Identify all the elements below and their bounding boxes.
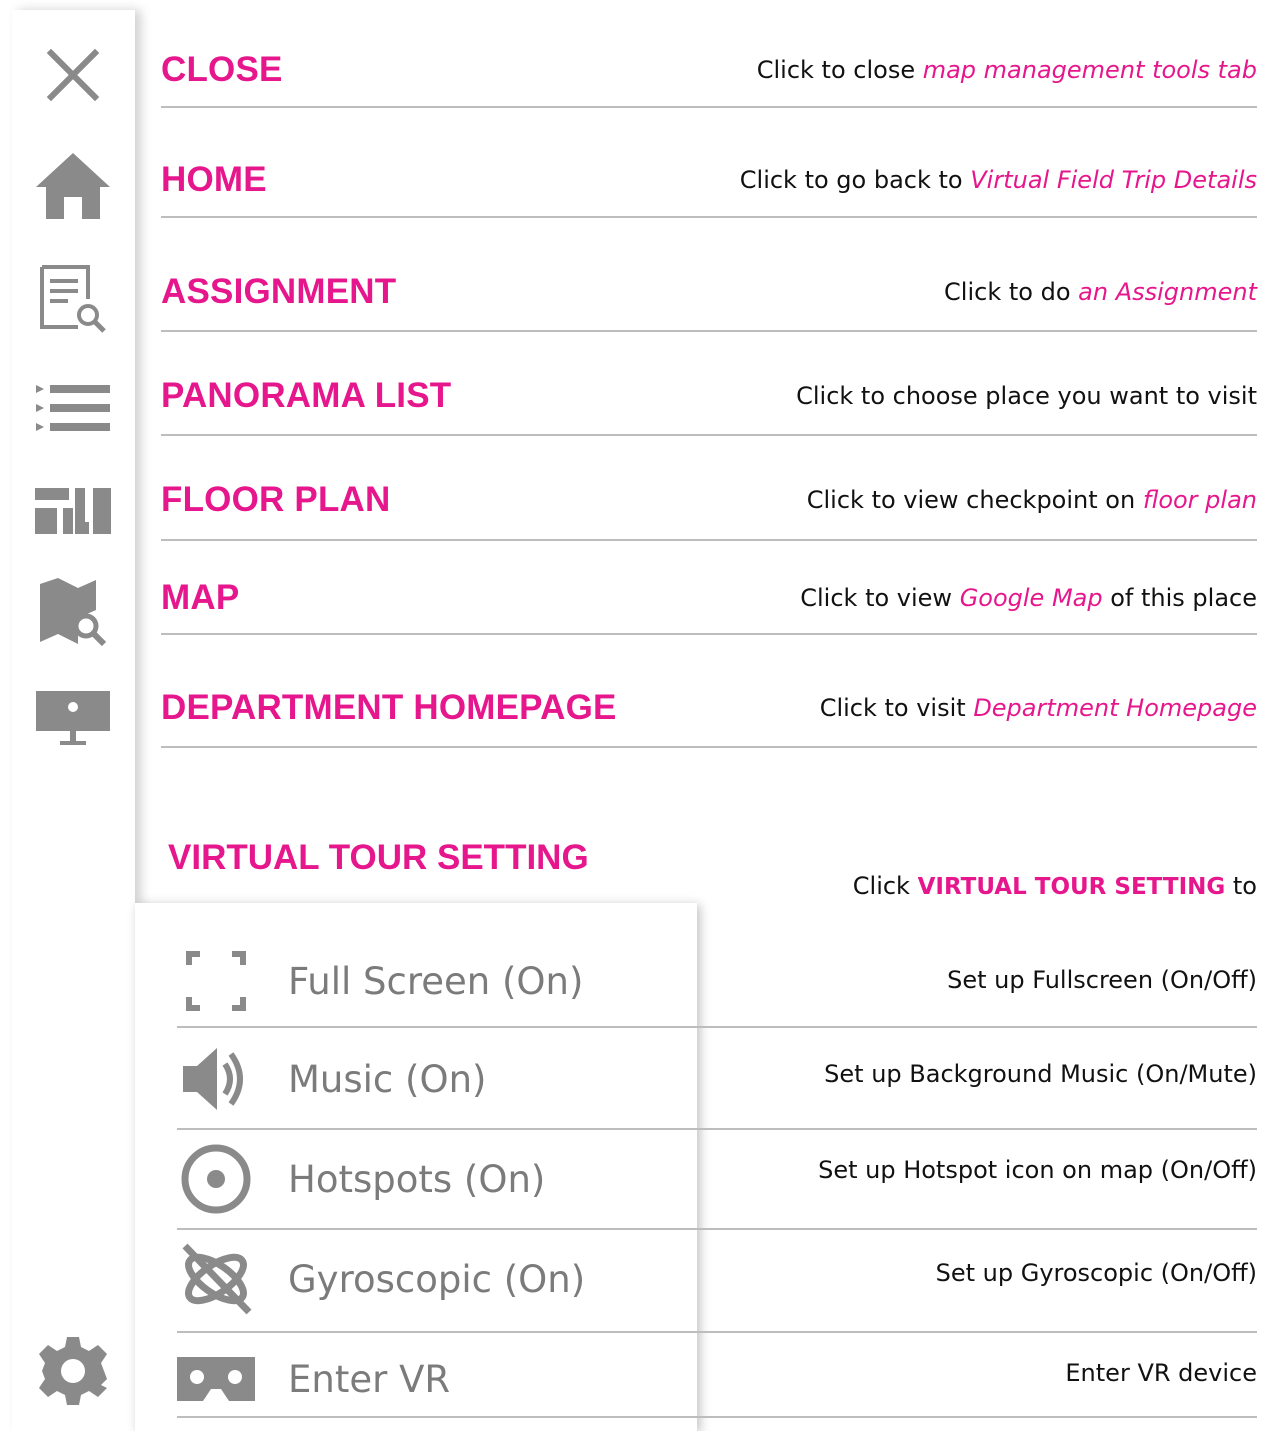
setting-hotspots[interactable]: Hotspots (On) bbox=[177, 1130, 697, 1228]
setting-label: Gyroscopic (On) bbox=[288, 1258, 586, 1301]
menu-row-home: HOME Click to go back to Virtual Field T… bbox=[161, 150, 1257, 218]
assignment-icon[interactable] bbox=[34, 260, 112, 338]
setting-label: Full Screen (On) bbox=[288, 960, 584, 1003]
setting-music[interactable]: Music (On) bbox=[177, 1030, 697, 1128]
setting-desc: Enter VR device bbox=[1065, 1359, 1257, 1387]
menu-desc: Click to go back to Virtual Field Trip D… bbox=[739, 166, 1257, 194]
menu-title: HOME bbox=[161, 160, 267, 199]
menu-title: MAP bbox=[161, 578, 240, 617]
menu-desc: Click to view Google Map of this place bbox=[800, 584, 1257, 612]
virtual-tour-setting-instruction: Click VIRTUAL TOUR SETTING to bbox=[852, 872, 1257, 900]
menu-desc: Click to choose place you want to visit bbox=[796, 382, 1257, 410]
menu-row-panorama-list: PANORAMA LIST Click to choose place you … bbox=[161, 366, 1257, 436]
sidebar bbox=[12, 10, 135, 1431]
vr-headset-icon bbox=[177, 1340, 255, 1418]
menu-title: FLOOR PLAN bbox=[161, 480, 391, 519]
setting-gyroscopic[interactable]: Gyroscopic (On) bbox=[177, 1230, 697, 1328]
speaker-icon bbox=[177, 1040, 255, 1118]
menu-row-map: MAP Click to view Google Map of this pla… bbox=[161, 568, 1257, 635]
menu-row-assignment: ASSIGNMENT Click to do an Assignment bbox=[161, 262, 1257, 332]
department-homepage-icon[interactable] bbox=[34, 678, 112, 756]
home-icon[interactable] bbox=[34, 146, 112, 224]
setting-fullscreen[interactable]: Full Screen (On) bbox=[177, 932, 697, 1030]
settings-gear-icon[interactable] bbox=[34, 1332, 112, 1410]
setting-enter-vr[interactable]: Enter VR bbox=[177, 1330, 697, 1428]
menu-row-department-homepage: DEPARTMENT HOMEPAGE Click to visit Depar… bbox=[161, 678, 1257, 748]
hotspot-target-icon bbox=[177, 1140, 255, 1218]
floor-plan-icon[interactable] bbox=[34, 472, 112, 550]
virtual-tour-setting-title: VIRTUAL TOUR SETTING bbox=[168, 838, 589, 877]
menu-desc: Click to visit Department Homepage bbox=[819, 694, 1257, 722]
setting-label: Hotspots (On) bbox=[288, 1158, 546, 1201]
setting-label: Enter VR bbox=[288, 1358, 451, 1401]
map-icon[interactable] bbox=[34, 572, 112, 650]
fullscreen-icon bbox=[177, 942, 255, 1020]
menu-row-close: CLOSE Click to close map management tool… bbox=[161, 40, 1257, 108]
menu-title: CLOSE bbox=[161, 50, 283, 89]
menu-title: PANORAMA LIST bbox=[161, 376, 452, 415]
close-icon[interactable] bbox=[34, 36, 112, 114]
menu-title: ASSIGNMENT bbox=[161, 272, 397, 311]
setting-desc: Set up Gyroscopic (On/Off) bbox=[935, 1259, 1257, 1287]
setting-desc: Set up Fullscreen (On/Off) bbox=[947, 966, 1257, 994]
menu-desc: Click to view checkpoint on floor plan bbox=[806, 486, 1257, 514]
setting-desc: Set up Background Music (On/Mute) bbox=[824, 1060, 1257, 1088]
setting-desc: Set up Hotspot icon on map (On/Off) bbox=[818, 1156, 1257, 1184]
menu-desc: Click to close map management tools tab bbox=[756, 56, 1257, 84]
list-icon[interactable] bbox=[34, 370, 112, 448]
setting-label: Music (On) bbox=[288, 1058, 487, 1101]
menu-desc: Click to do an Assignment bbox=[944, 278, 1257, 306]
menu-row-floor-plan: FLOOR PLAN Click to view checkpoint on f… bbox=[161, 470, 1257, 541]
gyroscope-icon bbox=[177, 1240, 255, 1318]
menu-title: DEPARTMENT HOMEPAGE bbox=[161, 688, 617, 727]
